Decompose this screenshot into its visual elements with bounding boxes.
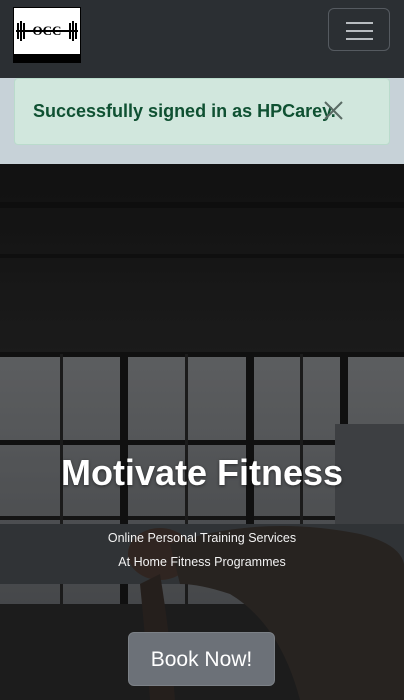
alert-message: Successfully signed in as HPCarey.: [33, 101, 336, 121]
site-logo[interactable]: OCC: [13, 7, 81, 63]
hero-background-image: [0, 164, 404, 700]
navbar: OCC: [0, 0, 404, 78]
hero-subtitle-line-2: At Home Fitness Programmes: [118, 555, 286, 569]
hero-title: Motivate Fitness: [60, 452, 344, 493]
dumbbell-logo-icon: OCC: [16, 21, 78, 41]
hero-section: Motivate Fitness Online Personal Trainin…: [0, 164, 404, 700]
alert-container: Successfully signed in as HPCarey.: [0, 78, 404, 164]
success-alert: Successfully signed in as HPCarey.: [14, 78, 390, 145]
book-now-button[interactable]: Book Now!: [128, 632, 275, 686]
hero-subtitle-line-1: Online Personal Training Services: [107, 531, 297, 545]
hamburger-line: [346, 22, 373, 24]
navbar-toggle-button[interactable]: [328, 8, 390, 51]
close-icon[interactable]: [321, 99, 345, 123]
hamburger-line: [346, 30, 373, 32]
hamburger-line: [346, 38, 373, 40]
logo-text: OCC: [33, 23, 62, 38]
logo-image: OCC: [14, 8, 80, 54]
